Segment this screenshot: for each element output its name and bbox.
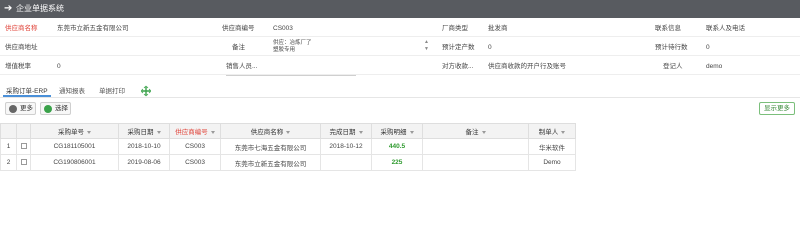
cell-creator: Demo [528, 154, 576, 171]
cell-supplier-name: 东莞市立新五金有限公司 [220, 154, 321, 171]
more-button-label: 更多 [20, 105, 33, 112]
tax-rate-label: 增值税率 [5, 63, 31, 70]
sort-icon [87, 130, 91, 134]
supplier-name-label: 供应商名称 [5, 25, 38, 32]
row-checkbox[interactable] [16, 138, 31, 155]
sort-icon [481, 130, 486, 134]
form-row-3: 增值税率 0 销售人员... 对方收款... 供应商收款的开户行及账号 登记人 … [0, 56, 800, 75]
remark-line-1[interactable]: 供应：冶炼厂了 [273, 40, 312, 47]
back-arrow-icon[interactable]: ➔ [4, 3, 16, 15]
sort-icon [210, 130, 215, 134]
cell-detail: 225 [371, 154, 423, 171]
app-header: ➔ 企业单据系统 [0, 0, 800, 18]
row-number: 1 [0, 138, 17, 155]
add-tab-icon[interactable] [141, 85, 151, 97]
supplier-address-label: 供应商地址 [5, 44, 38, 51]
sort-icon [409, 130, 414, 134]
row-number: 2 [0, 154, 17, 171]
grid-toolbar: 更多 选择 显示更多 [0, 101, 800, 119]
col-checkbox [16, 123, 31, 139]
register-label: 登记人 [663, 63, 683, 70]
sales-person-label: 销售人员... [226, 63, 258, 70]
cell-creator: 华米软件 [528, 138, 576, 155]
remark-label: 备注 [232, 44, 245, 51]
cell-supplier-code: CS003 [169, 138, 221, 155]
more-button[interactable]: 更多 [5, 102, 36, 115]
sort-icon [286, 130, 291, 134]
supplier-code-label: 供应商编号 [222, 25, 255, 32]
paid-count-field[interactable]: 0 [488, 43, 492, 52]
form-row-2: 供应商地址 备注 供应：冶炼厂了 塑胶专用 ▲ ▼ 预计定产数 0 预计待行数 … [0, 37, 800, 56]
cell-complete-date [320, 154, 372, 171]
cell-remark [422, 154, 529, 171]
table-header-row: 采购单号 采购日期 供应商编号 供应商名称 完成日期 采购明细 备注 制单人 [0, 123, 576, 139]
purchase-order-table: 采购单号 采购日期 供应商编号 供应商名称 完成日期 采购明细 备注 制单人 1… [0, 123, 576, 171]
select-button-label: 选择 [55, 105, 68, 112]
col-date[interactable]: 采购日期 [118, 123, 170, 139]
contact-info-field[interactable]: 联系人及电话 [706, 24, 745, 33]
more-circle-icon [9, 105, 17, 113]
table-row[interactable]: 2 CG190806001 2019-08-06 CS003 东莞市立新五金有限… [0, 154, 576, 171]
cell-detail: 440.5 [371, 138, 423, 155]
col-remark[interactable]: 备注 [422, 123, 529, 139]
sort-icon [561, 130, 566, 134]
cell-supplier-code: CS003 [169, 154, 221, 171]
unpaid-count-label: 预计待行数 [655, 44, 688, 51]
supplier-name-field[interactable]: 东莞市立新五金有限公司 [57, 24, 129, 33]
cell-date: 2018-10-10 [118, 138, 170, 155]
contact-info-label: 联系信息 [655, 25, 681, 32]
supplier-form: 供应商名称 东莞市立新五金有限公司 供应商编号 CS003 厂商类型 批发商 联… [0, 18, 800, 76]
sort-icon [358, 130, 363, 134]
tab-notice-report[interactable]: 通知报表 [56, 86, 88, 97]
paid-count-label: 预计定产数 [442, 44, 475, 51]
checkbox-icon[interactable] [20, 159, 27, 166]
tab-bar: 采购订单-ERP 通知报表 单据打印 [0, 84, 800, 98]
tab-purchase-order[interactable]: 采购订单-ERP [3, 86, 51, 97]
cell-complete-date: 2018-10-12 [320, 138, 372, 155]
payment-label: 对方收款... [442, 63, 474, 70]
tax-rate-field[interactable]: 0 [57, 62, 61, 71]
cell-order-no[interactable]: CG181105001 [30, 138, 119, 155]
select-button[interactable]: 选择 [40, 102, 71, 115]
sales-field-underline [226, 75, 356, 76]
factory-type-label: 厂商类型 [442, 25, 468, 32]
purchase-order-grid: 采购单号 采购日期 供应商编号 供应商名称 完成日期 采购明细 备注 制单人 1… [0, 123, 800, 171]
form-row-1: 供应商名称 东莞市立新五金有限公司 供应商编号 CS003 厂商类型 批发商 联… [0, 18, 800, 37]
cell-order-no[interactable]: CG190806001 [30, 154, 119, 171]
remark-line-2[interactable]: 塑胶专用 [273, 47, 295, 54]
col-creator[interactable]: 制单人 [528, 123, 576, 139]
tab-document-print[interactable]: 单据打印 [96, 86, 128, 97]
row-checkbox[interactable] [16, 154, 31, 171]
payment-field[interactable]: 供应商收款的开户行及账号 [488, 62, 566, 71]
supplier-code-field[interactable]: CS003 [273, 24, 293, 33]
unpaid-count-field[interactable]: 0 [706, 43, 710, 52]
show-more-button[interactable]: 显示更多 [759, 102, 795, 115]
remark-scroll-down-icon[interactable]: ▼ [424, 46, 429, 52]
cell-remark [422, 138, 529, 155]
app-title: 企业单据系统 [16, 4, 64, 13]
select-circle-icon [44, 105, 52, 113]
cell-date: 2019-08-06 [118, 154, 170, 171]
sort-icon [156, 130, 161, 134]
col-order-no[interactable]: 采购单号 [30, 123, 119, 139]
col-rownum [0, 123, 17, 139]
table-row[interactable]: 1 CG181105001 2018-10-10 CS003 东莞市七海五金有限… [0, 138, 576, 155]
col-supplier-name[interactable]: 供应商名称 [220, 123, 321, 139]
col-supplier-code[interactable]: 供应商编号 [169, 123, 221, 139]
register-field[interactable]: demo [706, 62, 722, 71]
col-complete-date[interactable]: 完成日期 [320, 123, 372, 139]
cell-supplier-name: 东莞市七海五金有限公司 [220, 138, 321, 155]
remark-scroll-up-icon[interactable]: ▲ [424, 39, 429, 45]
checkbox-icon[interactable] [20, 143, 27, 150]
col-detail[interactable]: 采购明细 [371, 123, 423, 139]
factory-type-field[interactable]: 批发商 [488, 24, 508, 33]
